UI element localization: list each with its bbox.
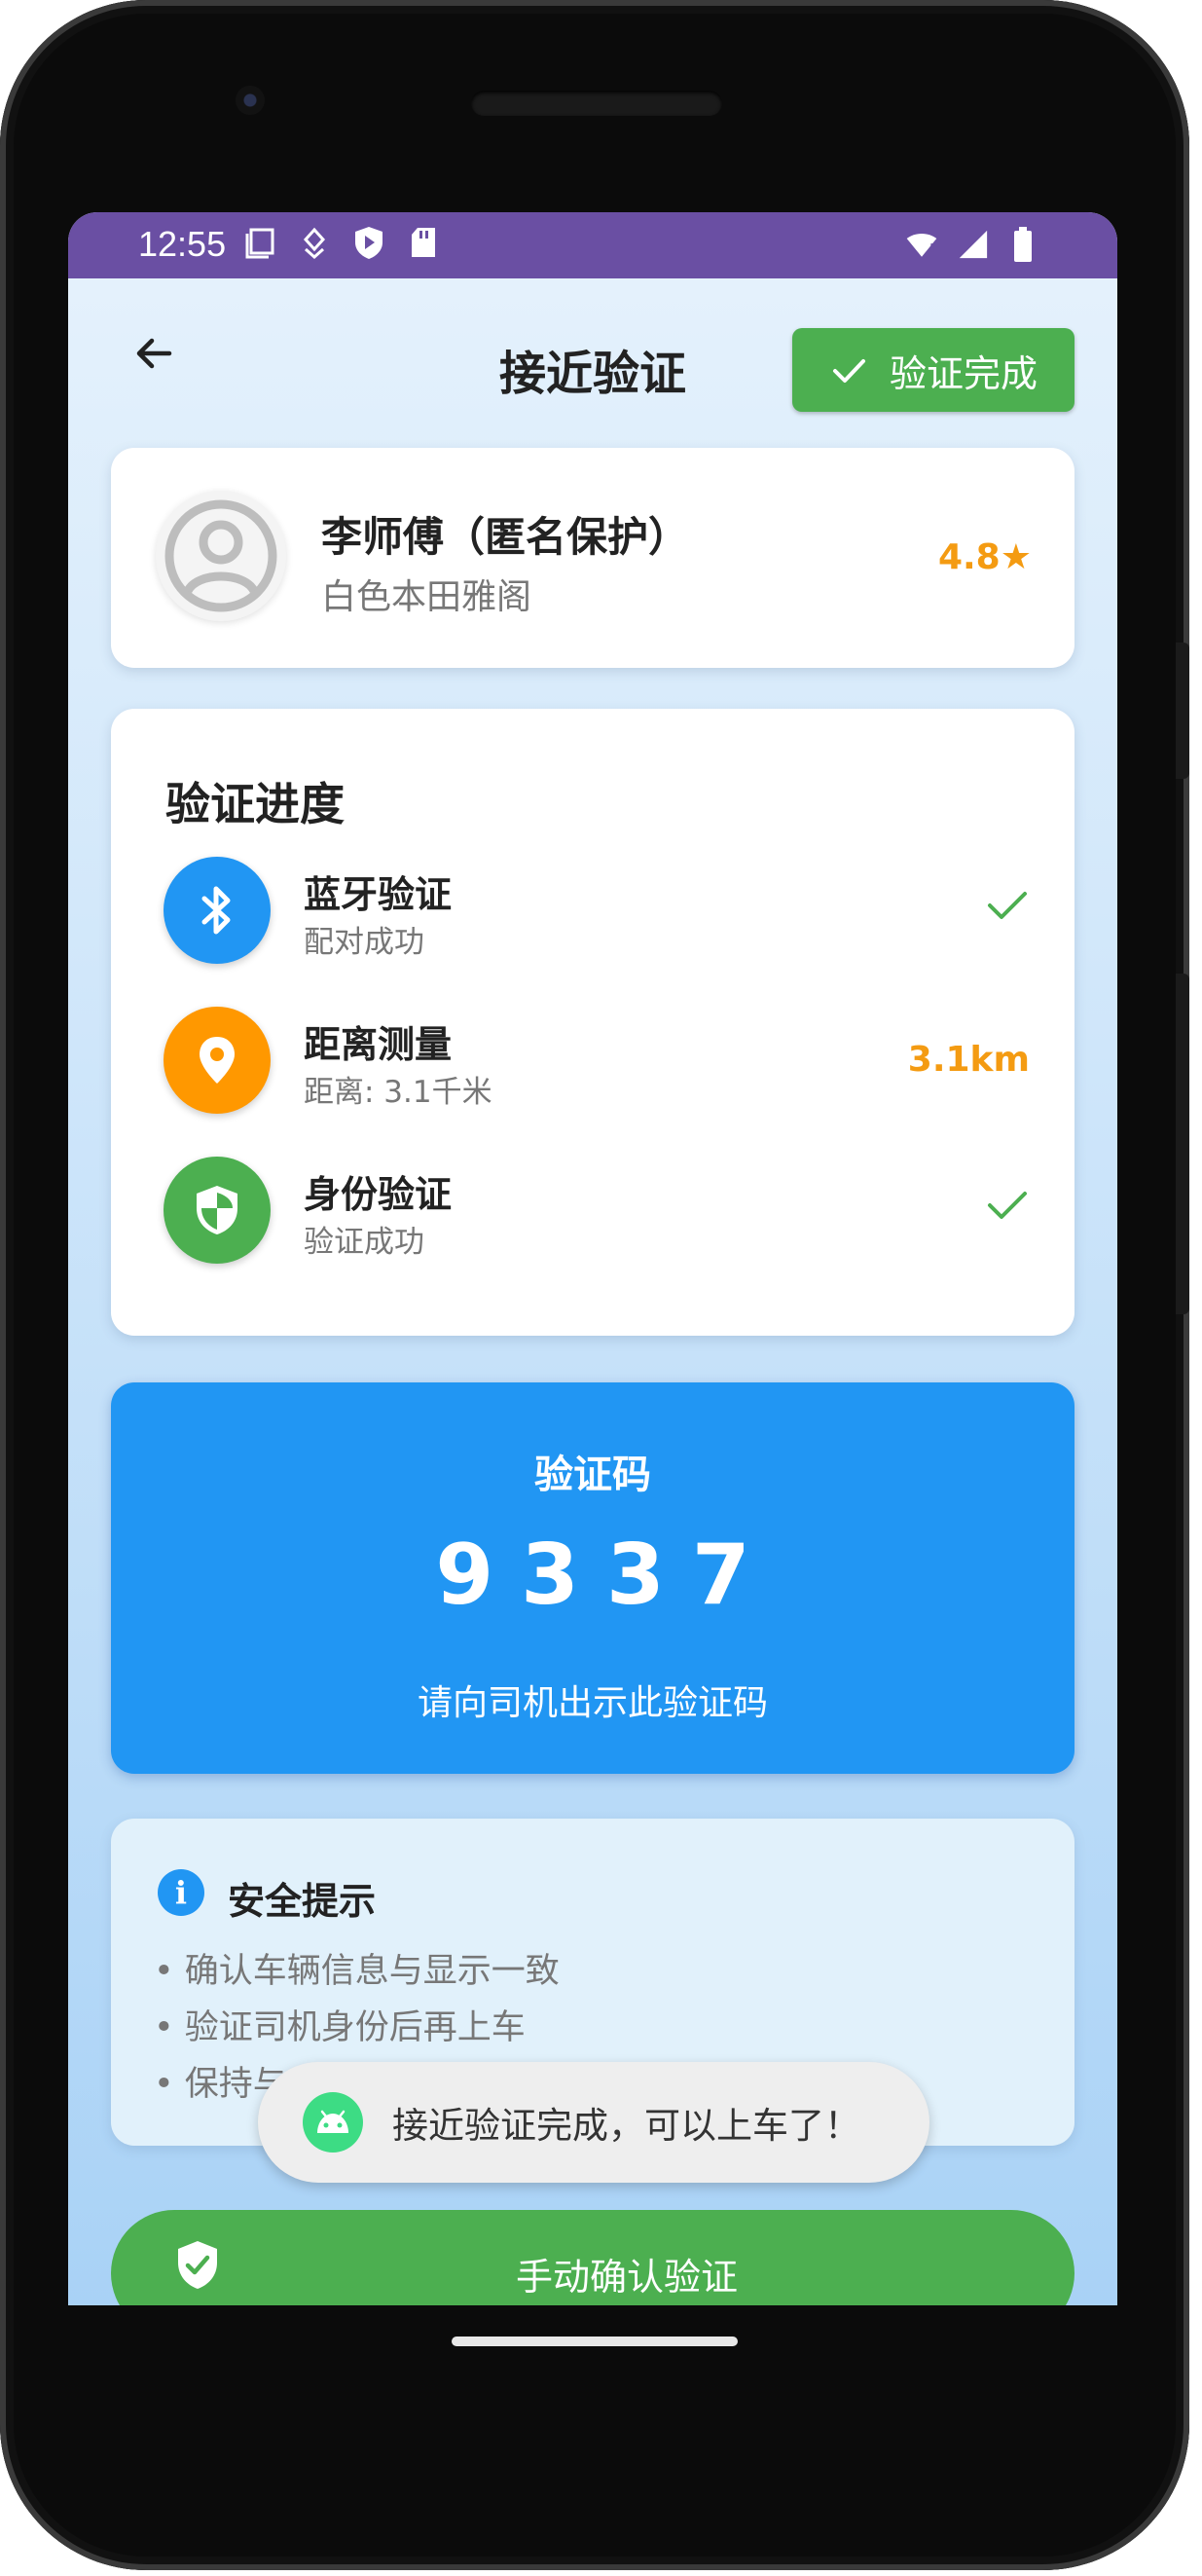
tip-item: • 验证司机身份后再上车 (154, 2008, 526, 2047)
car-info: 白色本田雅阁 (321, 577, 532, 617)
tip-item: • 确认车辆信息与显示一致 (154, 1952, 560, 1991)
distance-value: 3.1km (907, 1040, 1030, 1080)
back-button[interactable] (123, 322, 185, 385)
check-icon (985, 1186, 1030, 1233)
front-camera (236, 86, 265, 115)
step-name: 蓝牙验证 (304, 873, 453, 916)
toast-message: 接近验证完成，可以上车了！ (258, 2062, 929, 2183)
progress-title: 验证进度 (165, 778, 345, 830)
verification-done-label: 验证完成 (889, 351, 1038, 395)
driver-rating: 4.8★ (937, 537, 1032, 577)
verification-code-card: 验证码 9337 请向司机出示此验证码 (111, 1382, 1075, 1774)
person-avatar-icon (164, 499, 277, 612)
play-protect-icon (352, 224, 385, 261)
toast-text: 接近验证完成，可以上车了！ (392, 2105, 860, 2147)
power-button (1176, 643, 1189, 779)
step-desc: 距离: 3.1千米 (304, 1075, 492, 1110)
step-bluetooth: 蓝牙验证 配对成功 (164, 857, 1030, 966)
status-icons-left (243, 224, 440, 261)
driver-name: 李师傅（匿名保护） (321, 513, 690, 561)
location-pin-icon (164, 1007, 271, 1114)
screen-icon (243, 224, 276, 261)
wifi-icon (905, 226, 938, 263)
android-icon (303, 2092, 363, 2153)
manual-confirm-button[interactable]: 手动确认验证 (111, 2210, 1075, 2305)
code-hint: 请向司机出示此验证码 (417, 1683, 768, 1723)
volume-button (1176, 974, 1189, 1314)
step-name: 距离测量 (304, 1023, 453, 1066)
app-screen: 12:55 接近验证 验证完成 李师傅（匿名保护） 白色本田雅阁 4.8★ 验证… (68, 212, 1117, 2305)
verification-code: 9337 (435, 1527, 778, 1624)
top-app-bar: 接近验证 验证完成 (68, 278, 1117, 434)
step-identity: 身份验证 验证成功 (164, 1157, 1030, 1266)
check-icon (985, 886, 1030, 934)
verification-done-button[interactable]: 验证完成 (792, 328, 1075, 412)
manual-confirm-label: 手动确认验证 (515, 2256, 738, 2299)
check-icon (832, 359, 865, 383)
step-desc: 配对成功 (304, 925, 424, 960)
info-icon: i (158, 1869, 204, 1916)
accessibility-icon (298, 224, 331, 261)
status-time: 12:55 (138, 224, 227, 264)
bluetooth-icon (164, 857, 271, 964)
earpiece-speaker (471, 91, 722, 116)
home-indicator[interactable] (452, 2337, 738, 2346)
tips-title: 安全提示 (228, 1880, 377, 1923)
step-name: 身份验证 (304, 1173, 453, 1216)
avatar (156, 491, 286, 621)
verification-progress-card: 验证进度 蓝牙验证 配对成功 距离测量 距离: 3.1千米 3.1km 身份验证… (111, 709, 1075, 1336)
back-arrow-icon (136, 338, 172, 369)
sd-card-icon (407, 224, 440, 261)
driver-info-card: 李师傅（匿名保护） 白色本田雅阁 4.8★ (111, 448, 1075, 668)
battery-icon (1006, 226, 1039, 263)
phone-frame: 12:55 接近验证 验证完成 李师傅（匿名保护） 白色本田雅阁 4.8★ 验证… (0, 0, 1189, 2570)
shield-icon (164, 1157, 271, 1264)
signal-icon (956, 226, 989, 263)
code-title: 验证码 (534, 1453, 651, 1497)
status-bar: 12:55 (68, 212, 1117, 278)
step-desc: 验证成功 (304, 1225, 424, 1260)
step-distance: 距离测量 距离: 3.1千米 3.1km (164, 1007, 1030, 1116)
status-icons-right (905, 226, 1039, 263)
